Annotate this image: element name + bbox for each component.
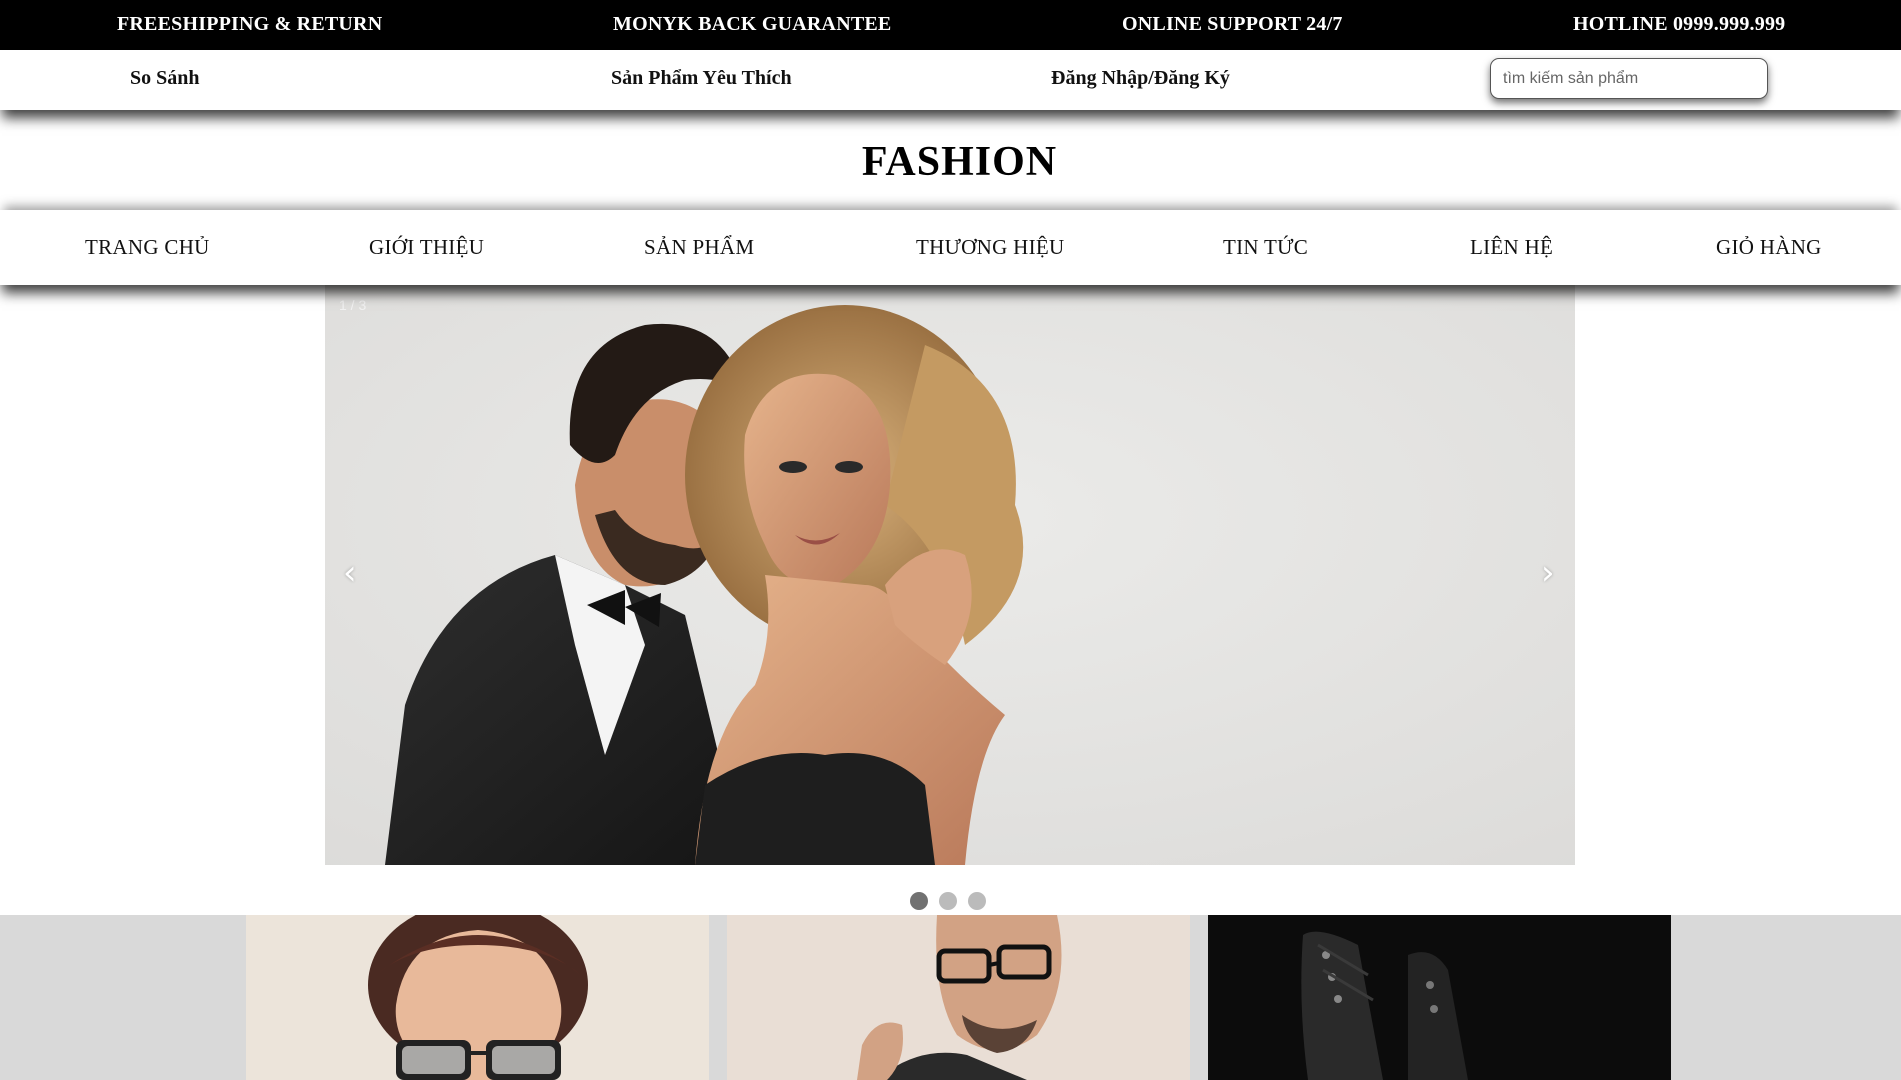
slide-counter: 1 / 3 [339,297,367,313]
nav-item-home[interactable]: TRANG CHỦ [85,235,210,260]
login-register-link[interactable]: Đăng Nhập/Đăng Ký [1051,67,1230,90]
nav-item-about[interactable]: GIỚI THIỆU [369,235,484,260]
nav-item-contact[interactable]: LIÊN HỆ [1470,235,1553,260]
compare-link[interactable]: So Sánh [130,67,200,90]
black-boots-image [1208,915,1671,1080]
slider-next-button[interactable]: › [1541,553,1555,593]
freeshipping-text: FREESHIPPING & RETURN [117,13,383,35]
favorites-link[interactable]: Sản Phẩm Yêu Thích [611,67,792,90]
utility-bar: So Sánh Sản Phẩm Yêu Thích Đăng Nhập/Đăn… [0,50,1901,110]
hero-slider: 1 / 3 ‹ › [325,285,1575,865]
product-card-woman-sunglasses[interactable] [246,915,709,1080]
nav-item-products[interactable]: SẢN PHẨM [644,235,754,260]
nav-item-cart[interactable]: GIỎ HÀNG [1716,235,1822,260]
man-glasses-image [727,915,1190,1080]
product-card-black-boots[interactable] [1208,915,1671,1080]
search-input[interactable] [1490,58,1768,99]
money-back-text: MONYK BACK GUARANTEE [613,13,892,35]
hero-couple-image [325,285,1575,865]
site-logo[interactable]: FASHION [0,138,1901,186]
slider-dot-3[interactable] [968,892,986,910]
slider-dot-2[interactable] [939,892,957,910]
product-card-man-glasses[interactable] [727,915,1190,1080]
hotline-text: HOTLINE 0999.999.999 [1573,13,1786,35]
woman-sunglasses-image [246,915,709,1080]
slider-prev-button[interactable]: ‹ [343,553,357,593]
top-info-bar: FREESHIPPING & RETURN MONYK BACK GUARANT… [0,0,1901,50]
logo-area: FASHION [0,110,1901,210]
online-support-text: ONLINE SUPPORT 24/7 [1122,13,1343,35]
slider-dot-1[interactable] [910,892,928,910]
featured-products [0,915,1901,1080]
nav-item-brands[interactable]: THƯƠNG HIỆU [916,235,1065,260]
main-nav: TRANG CHỦ GIỚI THIỆU SẢN PHẨM THƯƠNG HIỆ… [0,210,1901,285]
logo-text: FASHION [861,139,1058,185]
nav-item-news[interactable]: TIN TỨC [1223,235,1308,260]
